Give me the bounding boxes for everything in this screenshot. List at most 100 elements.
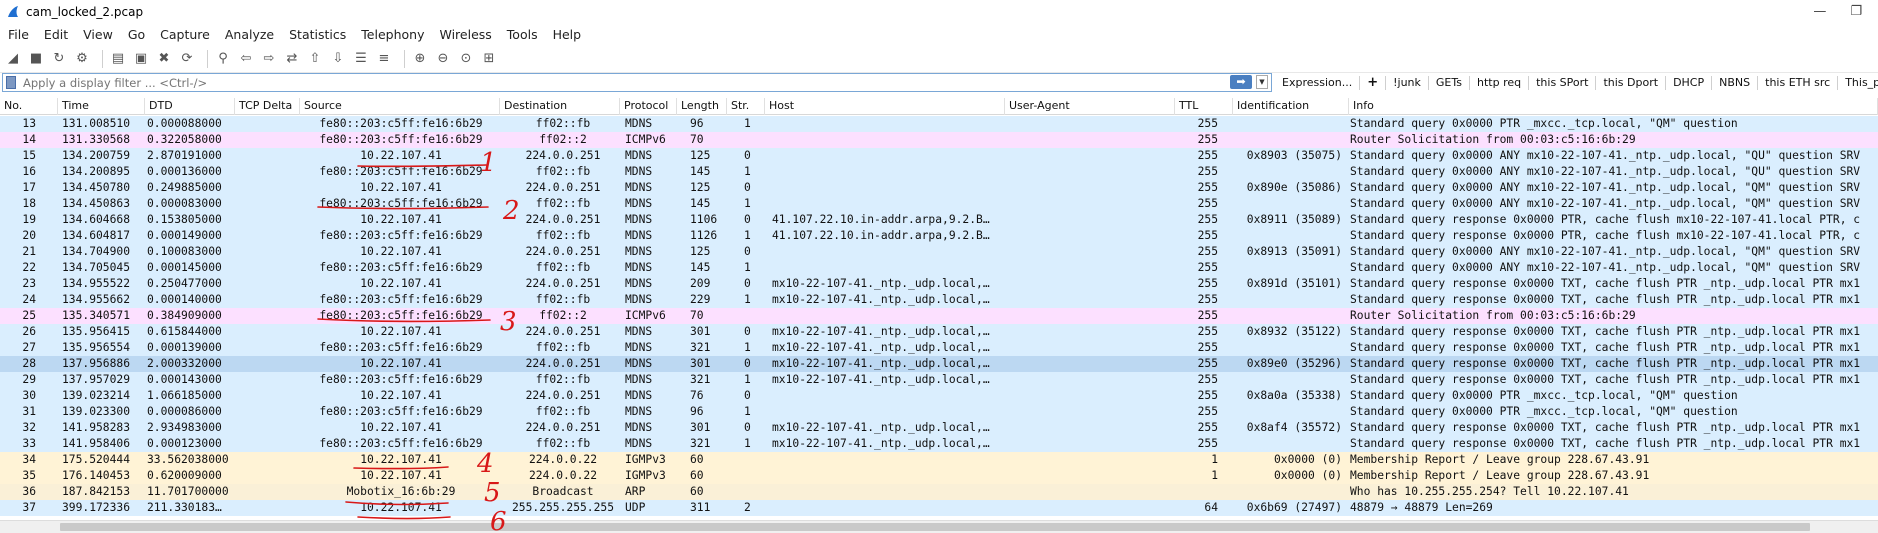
packet-row[interactable]: 20 134.604817 0.000149000 fe80::203:c5ff:fe…	[0, 228, 1878, 244]
packet-time: 139.023214	[62, 389, 131, 402]
column-header-length[interactable]: Length	[677, 98, 727, 115]
packet-row[interactable]: 18 134.450863 0.000083000 fe80::203:c5ff:fe…	[0, 196, 1878, 212]
packet-row[interactable]: 36 187.842153 11.701700000 Mobotix_16:6b:29…	[0, 484, 1878, 500]
horizontal-scrollbar[interactable]	[0, 520, 1878, 533]
filter-button-nbns[interactable]: NBNS	[1711, 75, 1757, 90]
scrollbar-thumb[interactable]	[60, 523, 1810, 531]
find-packet-icon[interactable]: ⚲	[214, 50, 232, 68]
packet-row[interactable]: 35 176.140453 0.620009000 10.22.107.41 224.0…	[0, 468, 1878, 484]
packet-row[interactable]: 30 139.023214 1.066185000 10.22.107.41 224.0…	[0, 388, 1878, 404]
packet-row[interactable]: 21 134.704900 0.100083000 10.22.107.41 224.0…	[0, 244, 1878, 260]
menu-view[interactable]: View	[83, 27, 113, 42]
open-file-icon[interactable]: ▤	[109, 50, 127, 68]
restart-capture-icon[interactable]: ↻	[50, 50, 68, 68]
colorize-icon[interactable]: ≡	[375, 50, 393, 68]
display-filter-field[interactable]	[2, 73, 1272, 92]
auto-scroll-icon[interactable]: ☰	[352, 50, 370, 68]
packet-row[interactable]: 37 399.172336 211.330183… 10.22.107.41 255.2…	[0, 500, 1878, 516]
apply-filter-button[interactable]: ➡	[1230, 75, 1252, 89]
go-forward-icon[interactable]: ⇨	[260, 50, 278, 68]
filter-button-expression[interactable]: Expression...	[1275, 76, 1359, 90]
packet-row[interactable]: 17 134.450780 0.249885000 10.22.107.41 224.0…	[0, 180, 1878, 196]
filter-history-dropdown[interactable]: ▼	[1256, 75, 1268, 89]
packet-dtd: 0.000143000	[147, 373, 222, 386]
restore-button[interactable]: ❐	[1850, 4, 1862, 19]
filter-button-this-dport[interactable]: this Dport	[1595, 75, 1665, 90]
packet-ttl: 255	[1197, 341, 1218, 354]
column-header-time[interactable]: Time	[58, 98, 145, 115]
save-file-icon[interactable]: ▣	[132, 50, 150, 68]
packet-number: 28	[22, 357, 36, 370]
display-filter-input[interactable]	[23, 75, 1223, 90]
column-header-host[interactable]: Host	[765, 98, 1005, 115]
column-header-identification[interactable]: Identification	[1233, 98, 1349, 115]
packet-row[interactable]: 29 137.957029 0.000143000 fe80::203:c5ff:fe…	[0, 372, 1878, 388]
packet-row[interactable]: 27 135.956554 0.000139000 fe80::203:c5ff:fe…	[0, 340, 1878, 356]
zoom-in-icon[interactable]: ⊕	[411, 50, 429, 68]
start-capture-icon[interactable]: ◢	[4, 50, 22, 68]
add-filter-button[interactable]: +	[1359, 75, 1385, 90]
packet-row[interactable]: 15 134.200759 2.870191000 10.22.107.41 224.0…	[0, 148, 1878, 164]
menu-telephony[interactable]: Telephony	[361, 27, 424, 42]
packet-list[interactable]: No. Time DTD TCP Delta Source Destination Prot…	[0, 98, 1878, 518]
resize-columns-icon[interactable]: ⊞	[480, 50, 498, 68]
menu-go[interactable]: Go	[128, 27, 145, 42]
packet-ttl: 255	[1197, 405, 1218, 418]
packet-row[interactable]: 33 141.958406 0.000123000 fe80::203:c5ff:fe…	[0, 436, 1878, 452]
menu-help[interactable]: Help	[553, 27, 582, 42]
column-header-dtd[interactable]: DTD	[145, 98, 235, 115]
filter-button-gets[interactable]: GETs	[1427, 75, 1469, 90]
capture-options-icon[interactable]: ⚙	[73, 50, 91, 68]
menu-tools[interactable]: Tools	[507, 27, 538, 42]
menu-edit[interactable]: Edit	[44, 27, 68, 42]
filter-button-this-sport[interactable]: this SPort	[1528, 75, 1595, 90]
column-header-no[interactable]: No.	[0, 98, 58, 115]
packet-row[interactable]: 19 134.604668 0.153805000 10.22.107.41 224.0…	[0, 212, 1878, 228]
filter-button-junk[interactable]: !junk	[1385, 75, 1428, 90]
go-first-icon[interactable]: ⇧	[306, 50, 324, 68]
menu-capture[interactable]: Capture	[160, 27, 210, 42]
packet-row[interactable]: 23 134.955522 0.250477000 10.22.107.41 224.0…	[0, 276, 1878, 292]
packet-row[interactable]: 25 135.340571 0.384909000 fe80::203:c5ff:fe…	[0, 308, 1878, 324]
menu-file[interactable]: File	[8, 27, 29, 42]
menu-wireless[interactable]: Wireless	[439, 27, 491, 42]
packet-row[interactable]: 34 175.520444 33.562038000 10.22.107.41 224.…	[0, 452, 1878, 468]
column-header-ttl[interactable]: TTL	[1175, 98, 1233, 115]
packet-row[interactable]: 22 134.705045 0.000145000 fe80::203:c5ff:fe…	[0, 260, 1878, 276]
column-header-protocol[interactable]: Protocol	[620, 98, 677, 115]
packet-destination: 224.0.0.251	[525, 213, 601, 226]
filter-button-http-req[interactable]: http req	[1469, 75, 1528, 90]
stop-capture-icon[interactable]: ■	[27, 50, 45, 68]
bookmark-icon[interactable]	[6, 76, 16, 89]
packet-row[interactable]: 14 131.330568 0.322058000 fe80::203:c5ff:fe…	[0, 132, 1878, 148]
menu-statistics[interactable]: Statistics	[289, 27, 346, 42]
go-last-icon[interactable]: ⇩	[329, 50, 347, 68]
column-header-destination[interactable]: Destination	[500, 98, 620, 115]
packet-row[interactable]: 31 139.023300 0.000086000 fe80::203:c5ff:fe…	[0, 404, 1878, 420]
packet-time: 399.172336	[62, 501, 131, 514]
packet-row[interactable]: 13 131.008510 0.000088000 fe80::203:c5ff:fe…	[0, 116, 1878, 132]
go-back-icon[interactable]: ⇦	[237, 50, 255, 68]
packet-protocol: UDP	[625, 501, 646, 514]
column-header-source[interactable]: Source	[300, 98, 500, 115]
packet-row[interactable]: 26 135.956415 0.615844000 10.22.107.41 224.0…	[0, 324, 1878, 340]
menu-analyze[interactable]: Analyze	[225, 27, 274, 42]
column-header-user-agent[interactable]: User-Agent	[1005, 98, 1175, 115]
go-to-packet-icon[interactable]: ⇄	[283, 50, 301, 68]
reload-file-icon[interactable]: ⟳	[178, 50, 196, 68]
filter-button-this-program[interactable]: This_program	[1837, 75, 1878, 90]
filter-button-dhcp[interactable]: DHCP	[1665, 75, 1711, 90]
zoom-out-icon[interactable]: ⊖	[434, 50, 452, 68]
close-file-icon[interactable]: ✖	[155, 50, 173, 68]
column-header-info[interactable]: Info	[1349, 98, 1878, 115]
packet-ttl	[1180, 484, 1228, 500]
packet-row[interactable]: 32 141.958283 2.934983000 10.22.107.41 224.0…	[0, 420, 1878, 436]
filter-button-this-eth-src[interactable]: this ETH src	[1757, 75, 1837, 90]
zoom-normal-icon[interactable]: ⊙	[457, 50, 475, 68]
minimize-button[interactable]: —	[1813, 4, 1826, 19]
packet-row[interactable]: 28 137.956886 2.000332000 10.22.107.41 224.0…	[0, 356, 1878, 372]
column-header-str[interactable]: Str.	[727, 98, 765, 115]
column-header-tcp-delta[interactable]: TCP Delta	[235, 98, 300, 115]
packet-row[interactable]: 16 134.200895 0.000136000 fe80::203:c5ff:fe…	[0, 164, 1878, 180]
packet-row[interactable]: 24 134.955662 0.000140000 fe80::203:c5ff:fe…	[0, 292, 1878, 308]
